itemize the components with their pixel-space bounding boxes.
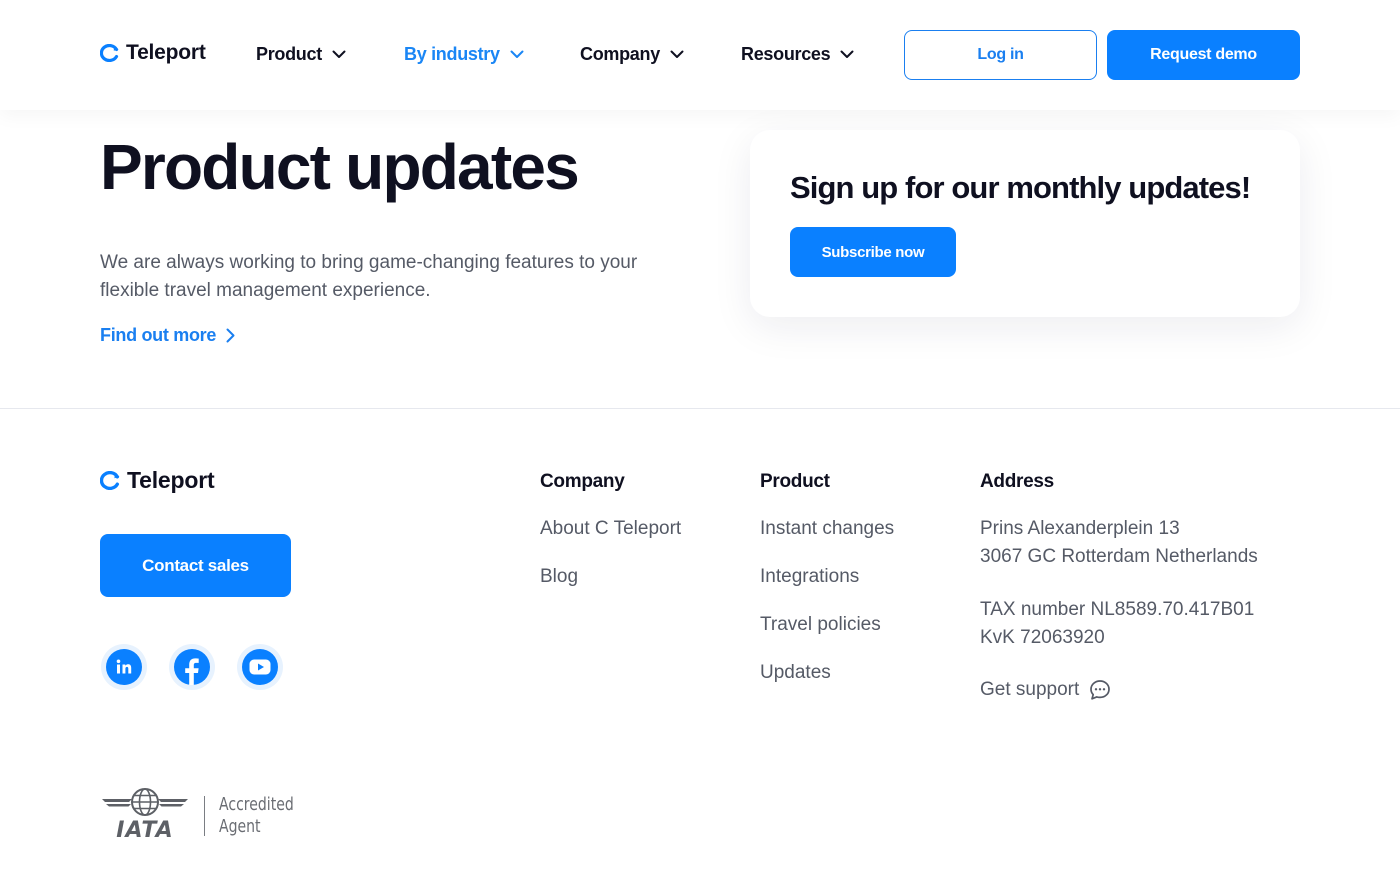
footer-address-heading: Address [980,471,1054,492]
iata-separator [204,795,205,836]
footer-link-integrations[interactable]: Integrations [760,566,859,588]
chevron-down-icon [670,50,684,58]
subscribe-button[interactable]: Subscribe now [790,227,956,277]
page-title: Product updates [100,131,580,203]
footer-teleport-logo[interactable]: Teleport [100,467,215,494]
nav-product[interactable]: Product [256,44,346,65]
login-button[interactable]: Log in [904,30,1097,80]
footer-link-blog[interactable]: Blog [540,566,578,588]
facebook-button[interactable] [169,644,215,690]
find-out-more-link[interactable]: Find out more [100,325,235,346]
iata-line-2: Agent [219,815,261,837]
iata-accredited-text: Accredited Agent [219,794,294,838]
signup-title: Sign up for our monthly updates! [790,170,1251,205]
footer-product-heading: Product [760,471,830,492]
nav-resources[interactable]: Resources [741,44,854,65]
iata-line-1: Accredited [219,793,294,815]
address-street: Prins Alexanderplein 13 [980,518,1180,539]
address-city: 3067 GC Rotterdam Netherlands [980,546,1258,567]
contact-sales-button[interactable]: Contact sales [100,534,291,597]
chevron-down-icon [510,50,524,58]
get-support-label: Get support [980,679,1080,700]
logo-text: Teleport [126,41,206,64]
linkedin-button[interactable] [101,644,147,690]
site-header: Teleport Product By industry Company Res… [0,0,1400,110]
nav-label: Resources [741,44,831,64]
nav-company[interactable]: Company [580,44,684,65]
section-divider [0,408,1400,409]
iata-logo: IATA [100,788,190,843]
linkedin-icon [116,659,132,674]
signup-card: Sign up for our monthly updates! Subscri… [750,130,1300,317]
company-registration: TAX number NL8589.70.417B01 KvK 72063920 [980,596,1254,652]
find-out-more-label: Find out more [100,325,217,345]
chat-bubble-icon [1090,680,1111,700]
footer-company-heading: Company [540,471,625,492]
tax-number: TAX number NL8589.70.417B01 [980,599,1255,620]
hero-description: We are always working to bring game-chan… [100,252,638,301]
kvk-number: KvK 72063920 [980,627,1105,648]
chevron-right-icon [226,328,235,343]
footer-link-travel-policies[interactable]: Travel policies [760,614,881,636]
youtube-button[interactable] [237,644,283,690]
iata-accreditation-badge: IATA Accredited Agent [100,788,315,843]
iata-wordmark: IATA [116,818,174,843]
teleport-logo[interactable]: Teleport [100,41,206,65]
iata-globe-icon [102,788,188,816]
nav-by-industry[interactable]: By industry [404,44,524,65]
chevron-down-icon [332,50,346,58]
footer-link-updates[interactable]: Updates [760,662,831,684]
footer-link-instant-changes[interactable]: Instant changes [760,518,894,540]
facebook-icon [185,658,199,685]
get-support-link[interactable]: Get support [980,679,1111,701]
youtube-icon [249,659,271,675]
request-demo-button[interactable]: Request demo [1107,30,1300,80]
logo-text: Teleport [127,467,215,493]
teleport-logo-icon [100,44,119,62]
chevron-down-icon [840,50,854,58]
footer-link-about[interactable]: About C Teleport [540,518,681,540]
address-lines: Prins Alexanderplein 13 3067 GC Rotterda… [980,515,1258,571]
teleport-logo-icon [100,471,120,490]
nav-label: Company [580,44,660,64]
nav-label: Product [256,44,322,64]
nav-label: By industry [404,44,500,64]
